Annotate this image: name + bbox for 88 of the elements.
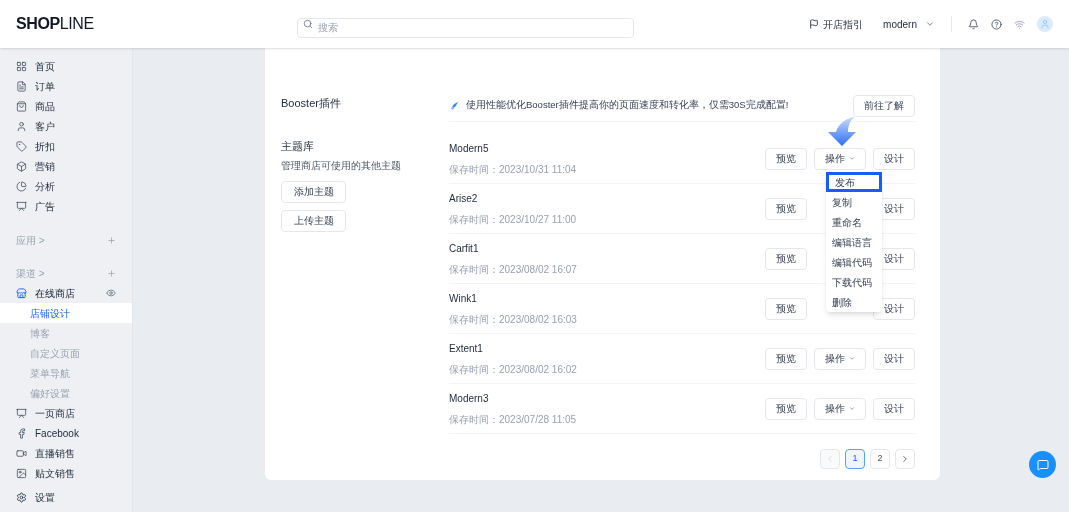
theme-name: Carfit1 [449,241,480,256]
search-icon [303,19,313,29]
saved-time: 保存时间：2023/10/31 11:04 [449,162,577,177]
page-button[interactable]: 1 [845,449,865,469]
sidebar-item[interactable]: 折扣 [0,136,132,156]
preview-button[interactable]: 预览 [765,397,807,420]
grid-icon [16,60,27,72]
sidebar-item[interactable]: 在线商店 [35,285,75,301]
avatar[interactable] [1037,16,1053,32]
theme-button[interactable]: 上传主题 [281,209,346,232]
eye-icon[interactable] [106,288,116,298]
image-icon [16,467,27,479]
chevron-down-icon [849,404,855,413]
section-title: Booster插件 [281,95,342,111]
document-icon [16,80,27,92]
next-page-button[interactable] [895,449,915,469]
preview-button[interactable]: 预览 [765,147,807,170]
sidebar-subitem[interactable]: 店铺设计 [0,303,132,323]
menu-item[interactable]: 发布 [826,172,882,192]
preview-button[interactable]: 预览 [765,197,807,220]
theme-name: Wink1 [449,291,478,306]
sidebar-item[interactable]: 直播销售 [0,443,132,463]
theme-name: Extent1 [449,341,484,356]
menu-item[interactable]: 下载代码 [826,272,882,292]
sidebar-item[interactable]: 广告 [0,196,132,216]
chevron-left-icon [825,454,835,464]
sidebar-item[interactable]: 分析 [0,176,132,196]
section-title: 主题库 [281,139,315,154]
settings-icon [16,491,27,503]
theme-name: Arise2 [449,191,479,206]
presentation-icon [16,407,27,419]
chat-icon [1036,458,1049,471]
video-icon [16,447,27,459]
chevron-right-icon [900,454,910,464]
tag-icon [16,140,27,152]
bell-icon[interactable] [968,18,979,30]
actions-dropdown[interactable]: 操作 [814,397,866,420]
logo: SHOPLINE [16,14,95,34]
sidebar-item[interactable]: 商品 [0,96,132,116]
chat-button[interactable] [1029,451,1056,478]
help-icon[interactable] [991,18,1002,30]
wifi-icon[interactable] [1014,18,1025,30]
saved-time: 保存时间：2023/08/02 16:03 [449,312,577,327]
theme-button[interactable]: 添加主题 [281,180,346,203]
previous-page-button[interactable] [820,449,840,469]
pie-chart-icon [16,180,27,192]
sidebar-item[interactable]: 一页商店 [0,403,132,423]
bag-icon [16,100,27,112]
sidebar-item[interactable]: 设置 [0,487,132,507]
design-button[interactable]: 设计 [873,347,915,370]
guide-link[interactable]: 开店指引 [809,16,864,32]
sidebar-item[interactable]: 首页 [0,56,132,76]
saved-time: 保存时间：2023/07/28 11:05 [449,412,577,427]
page-button[interactable]: 2 [870,449,890,469]
search-field[interactable]: 搜索 [297,17,634,38]
preview-button[interactable]: 预览 [765,297,807,320]
sidebar-item[interactable]: 营销 [0,156,132,176]
saved-time: 保存时间：2023/08/02 16:02 [449,362,577,377]
flag-icon [809,19,820,29]
design-button[interactable]: 设计 [873,147,915,170]
preview-button[interactable]: 预览 [765,247,807,270]
chevron-down-icon [925,19,935,29]
presentation-icon [16,200,27,212]
sidebar-item[interactable]: 客户 [0,116,132,136]
theme-name: Modern5 [449,141,490,156]
add-icon[interactable] [107,235,116,245]
sidebar-item[interactable]: Facebook [0,423,132,443]
booster-text: 使用性能优化Booster插件提高你的页面速度和转化率，仅需30S完成配置! [466,98,789,113]
learn-more-button[interactable]: 前往了解 [853,94,915,117]
theme-name: Modern3 [449,391,490,406]
store-icon [16,287,27,299]
add-icon[interactable] [107,268,116,278]
sidebar-item[interactable]: 订单 [0,76,132,96]
user-icon [16,120,27,132]
saved-time: 保存时间：2023/08/02 16:07 [449,262,577,277]
store-switcher[interactable]: modern [883,16,935,32]
section-subtitle: 管理商店可使用的其他主题 [281,158,402,173]
chevron-down-icon [849,354,855,363]
actions-dropdown[interactable]: 操作 [814,347,866,370]
preview-button[interactable]: 预览 [765,347,807,370]
facebook-icon [16,427,27,439]
chevron-down-icon [849,154,855,163]
design-button[interactable]: 设计 [873,397,915,420]
pointer-arrow [828,116,856,146]
sidebar-item[interactable]: 贴文销售 [0,463,132,483]
saved-time: 保存时间：2023/10/27 11:00 [449,212,577,227]
actions-dropdown[interactable]: 操作 [814,147,866,170]
cube-icon [16,160,27,172]
